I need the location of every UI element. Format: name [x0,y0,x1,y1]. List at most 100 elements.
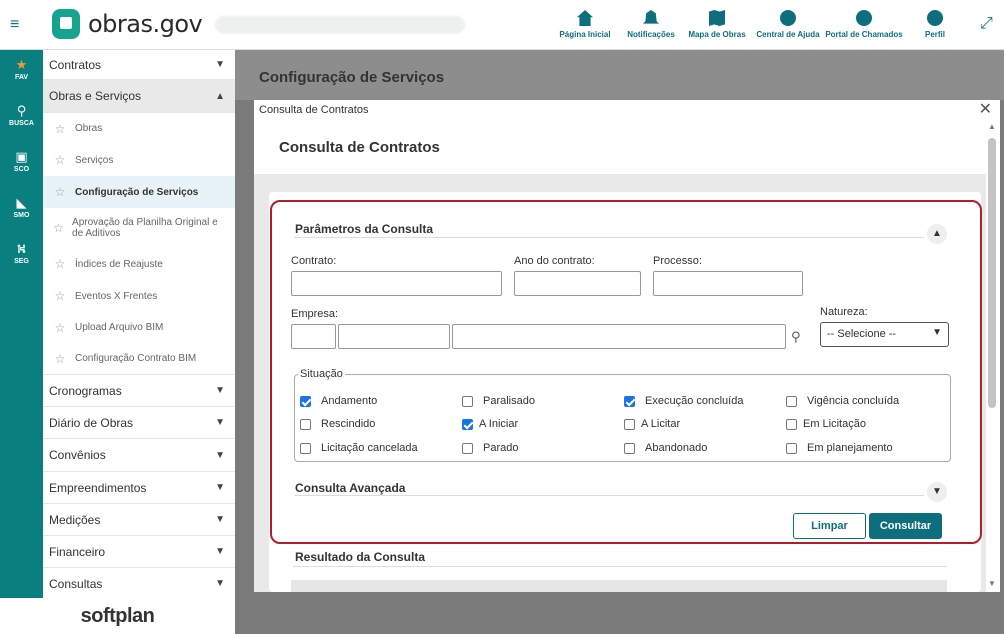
scrollbar-thumb[interactable] [988,138,996,408]
search-icon[interactable]: ⚲ [791,330,805,344]
scroll-up-icon[interactable]: ▲ [988,122,996,131]
empresa-code-input[interactable] [291,324,336,349]
sidebar-item-label: Configuração de Serviços [75,186,199,198]
menu-toggle-icon[interactable]: ≡ [10,16,28,34]
star-outline-icon[interactable]: ☆ [53,153,67,167]
sidebar-item-indices-reajuste[interactable]: ☆ Índices de Reajuste [43,248,235,280]
sidebar-item-upload-bim[interactable]: ☆ Upload Arquivo BIM [43,312,235,343]
sidebar-item-obras[interactable]: ☆ Obras [43,113,235,144]
checkbox-em-licitacao[interactable]: Em Licitação [786,418,866,430]
checkbox-label: Paralisado [483,395,535,407]
empresa-name-input[interactable] [452,324,786,349]
checkbox-unchecked[interactable] [624,442,635,454]
processo-input[interactable] [653,271,803,296]
sidebar-group-empreendimentos[interactable]: Empreendimentos ▼ [43,472,235,504]
rail-fav[interactable]: ★ FAV [0,50,43,96]
checkbox-licitacao-cancelada[interactable]: Licitação cancelada [300,442,418,454]
contrato-input[interactable] [291,271,502,296]
logo[interactable]: obras.gov [52,9,203,39]
checkbox-unchecked[interactable] [624,418,635,430]
search-button[interactable]: Consultar [869,513,942,539]
checkbox-unchecked[interactable] [300,418,311,430]
sidebar: Contratos ▼ Obras e Serviços ▲ ☆ Obras ☆… [43,50,235,598]
chevron-down-icon[interactable]: ▼ [927,482,947,502]
sidebar-item-configuracao-servicos[interactable]: ☆ Configuração de Serviços [43,176,235,208]
star-outline-icon[interactable]: ☆ [53,289,67,303]
checkbox-abandonado[interactable]: Abandonado [624,442,707,454]
empresa-label: Empresa: [291,308,339,320]
nav-home[interactable]: Página Inicial [552,10,618,39]
checkbox-checked[interactable] [624,395,635,407]
sidebar-item-aprovacao-planilha[interactable]: ☆ Aprovação da Planilha Original e de Ad… [43,208,235,248]
checkbox-andamento[interactable]: Andamento [300,395,377,407]
sidebar-group-consultas[interactable]: Consultas ▼ [43,568,235,598]
nav-support[interactable]: Portal de Chamados [825,10,903,39]
footer-logo: softplan [0,598,235,634]
checkbox-rescindido[interactable]: Rescindido [300,418,375,430]
nav-notifications[interactable]: Notificações [618,10,684,39]
sidebar-group-diario-obras[interactable]: Diário de Obras ▼ [43,407,235,439]
chevron-down-icon: ▼ [215,59,225,70]
divider [293,566,947,567]
checkbox-paralisado[interactable]: Paralisado [462,395,535,407]
sidebar-group-obras-servicos[interactable]: Obras e Serviços ▲ [43,80,235,113]
checkbox-checked[interactable] [300,395,311,407]
checkbox-em-planejamento[interactable]: Em planejamento [786,442,893,454]
star-outline-icon[interactable]: ☆ [53,257,67,271]
ano-input[interactable] [514,271,641,296]
close-icon[interactable]: ✕ [979,101,992,119]
rail-fav-label: FAV [14,74,29,81]
modal-scrollbar[interactable]: ▲ ▼ [987,122,997,588]
sidebar-item-label: Obras [75,123,103,134]
brand-name: obras.gov [88,10,203,38]
ano-label: Ano do contrato: [514,255,595,267]
nav-profile[interactable]: Perfil [902,10,968,39]
sidebar-item-configuracao-bim[interactable]: ☆ Configuração Contrato BIM [43,343,235,375]
checkbox-unchecked[interactable] [786,442,797,454]
star-outline-icon[interactable]: ☆ [53,352,67,366]
rail-sco[interactable]: ▣ SCO [0,142,43,188]
nav-home-label: Página Inicial [559,30,611,39]
checkbox-unchecked[interactable] [462,395,473,407]
sidebar-group-medicoes[interactable]: Medições ▼ [43,504,235,536]
checkbox-vigencia-concluida[interactable]: Vigência concluída [786,395,899,407]
expand-icon[interactable]: ⤢ [980,16,996,32]
scroll-down-icon[interactable]: ▼ [988,579,996,588]
clear-button[interactable]: Limpar [793,513,866,539]
result-title: Resultado da Consulta [295,550,426,564]
situacao-fieldset: Situação Andamento Paralisado Execução c… [294,368,951,462]
checkbox-parado[interactable]: Parado [462,442,518,454]
sidebar-group-financeiro[interactable]: Financeiro ▼ [43,536,235,568]
checkbox-unchecked[interactable] [462,442,473,454]
chevron-down-icon: ▼ [215,546,225,557]
star-outline-icon[interactable]: ☆ [53,321,67,335]
checkbox-unchecked[interactable] [786,418,797,430]
checkbox-execucao-concluida[interactable]: Execução concluída [624,395,743,407]
sidebar-item-label: Serviços [75,154,114,166]
sidebar-group-contratos[interactable]: Contratos ▼ [43,50,235,80]
star-outline-icon[interactable]: ☆ [53,221,64,235]
checkbox-checked[interactable] [462,418,473,430]
sidebar-item-label: Upload Arquivo BIM [75,322,164,333]
checkbox-unchecked[interactable] [786,395,797,407]
sidebar-item-eventos-frentes[interactable]: ☆ Eventos X Frentes [43,280,235,312]
natureza-select[interactable]: -- Selecione -- ▼ [820,322,949,347]
rail-seg[interactable]: ⛕ SEG [0,234,43,280]
checkbox-a-licitar[interactable]: A Licitar [624,418,680,430]
nav-map[interactable]: Mapa de Obras [684,10,750,39]
rail-busca[interactable]: ⚲ BUSCA [0,96,43,142]
checkbox-unchecked[interactable] [300,442,311,454]
checkbox-a-iniciar[interactable]: A Iniciar [462,418,518,430]
chevron-up-icon[interactable]: ▲ [927,224,947,244]
sidebar-item-servicos[interactable]: ☆ Serviços [43,144,235,176]
star-outline-icon[interactable]: ☆ [53,122,67,136]
sidebar-group-cronogramas[interactable]: Cronogramas ▼ [43,375,235,407]
rail-smo[interactable]: ◣ SMO [0,188,43,234]
modal-window-title: Consulta de Contratos [259,104,369,116]
nav-help[interactable]: Central de Ajuda [750,10,826,39]
empresa-cnpj-input[interactable] [338,324,450,349]
sidebar-group-label: Cronogramas [49,383,122,398]
sidebar-group-convenios[interactable]: Convênios ▼ [43,439,235,472]
modal-header: Consulta de Contratos ✕ [254,100,1000,120]
star-outline-icon[interactable]: ☆ [53,185,67,199]
